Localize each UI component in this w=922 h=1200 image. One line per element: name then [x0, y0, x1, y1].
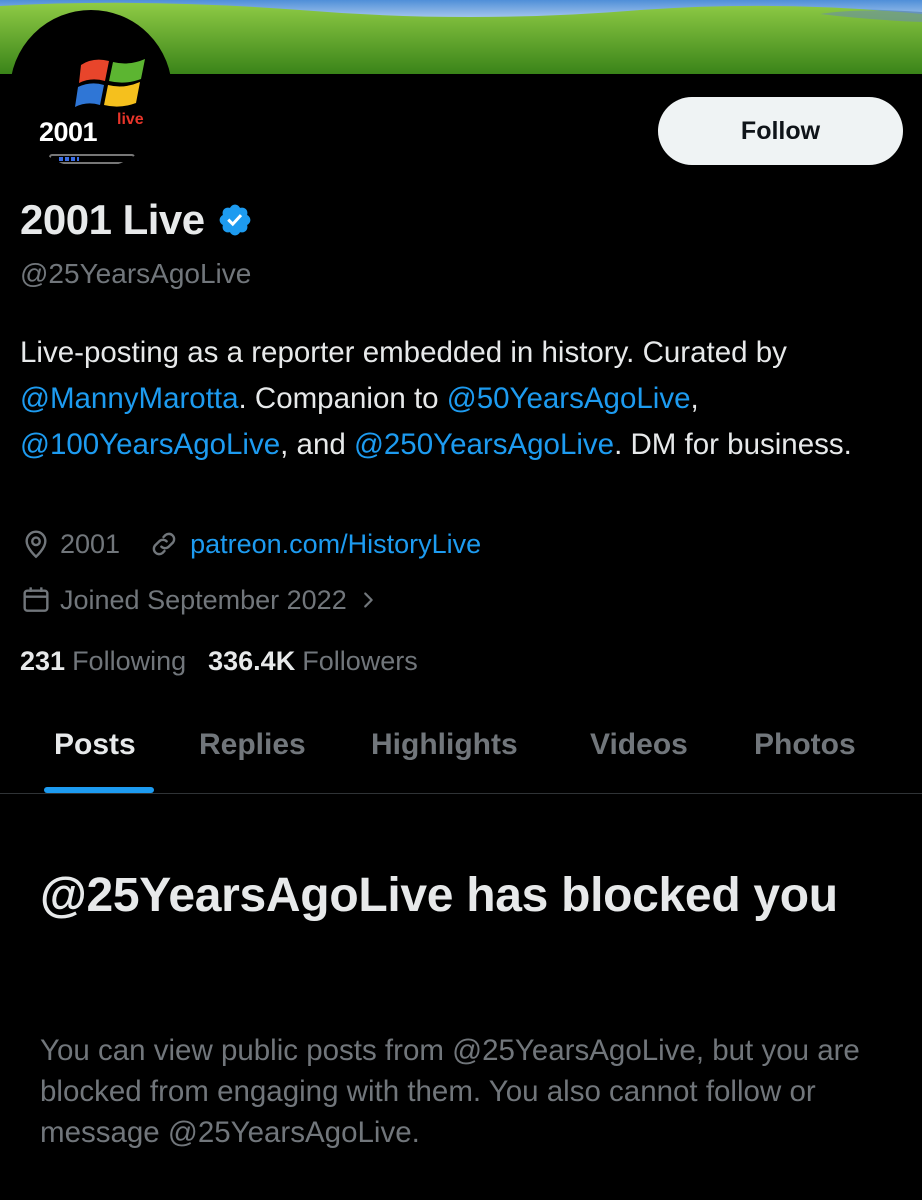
- blocked-description: You can view public posts from @25YearsA…: [40, 1034, 860, 1149]
- following-count: 231: [20, 646, 66, 676]
- tab-replies[interactable]: Replies: [199, 728, 306, 762]
- link-icon: [152, 532, 176, 556]
- chevron-right-icon: [363, 592, 373, 608]
- tab-highlights[interactable]: Highlights: [371, 728, 518, 762]
- avatar-text: 2001: [39, 117, 98, 147]
- bio-text: Live-posting as a reporter embedded in h…: [20, 336, 787, 369]
- bio-text: . Companion to: [238, 382, 447, 415]
- active-tab-indicator: [44, 787, 154, 793]
- avatar[interactable]: 2001 live: [10, 10, 172, 172]
- name-row: 2001 Live: [20, 196, 253, 244]
- location-pin-icon: [25, 530, 47, 559]
- avatar-loading-bar: [49, 154, 135, 164]
- mention-link[interactable]: @100YearsAgoLive: [20, 428, 280, 461]
- followers-label: Followers: [302, 646, 418, 676]
- profile-tabs: Posts Replies Highlights Videos Photos: [0, 720, 922, 794]
- mention-link[interactable]: @250YearsAgoLive: [354, 428, 614, 461]
- follow-stats: 231 Following 336.4K Followers: [20, 646, 418, 677]
- bio-text: ,: [690, 382, 699, 415]
- calendar-icon: [23, 587, 49, 612]
- joined-text: Joined September 2022: [60, 584, 347, 615]
- tab-photos[interactable]: Photos: [754, 728, 856, 762]
- bio-text: . DM for business.: [614, 428, 852, 461]
- profile-handle: @25YearsAgoLive: [20, 258, 252, 289]
- tab-videos[interactable]: Videos: [590, 728, 688, 762]
- windows-logo-icon: [75, 59, 145, 107]
- mention-link[interactable]: @MannyMarotta: [20, 382, 239, 415]
- following-stat[interactable]: 231 Following: [20, 646, 186, 677]
- website-link[interactable]: patreon.com/HistoryLive: [190, 529, 481, 560]
- blocked-title: @25YearsAgoLive has blocked you: [40, 869, 838, 922]
- mention-link[interactable]: @50YearsAgoLive: [447, 382, 691, 415]
- joined-row[interactable]: Joined September 2022: [20, 584, 379, 616]
- avatar-sup: live: [117, 111, 144, 128]
- display-name: 2001 Live: [20, 196, 205, 243]
- followers-count: 336.4K: [208, 646, 296, 676]
- following-label: Following: [72, 646, 187, 676]
- tab-posts[interactable]: Posts: [54, 728, 136, 762]
- location-text: 2001: [60, 528, 121, 559]
- profile-bio: Live-posting as a reporter embedded in h…: [20, 330, 900, 468]
- bio-text: , and: [280, 428, 354, 461]
- followers-stat[interactable]: 336.4K Followers: [208, 646, 418, 677]
- verified-badge-icon[interactable]: [217, 202, 253, 238]
- profile-meta-row: 2001 patreon.com/HistoryLive: [20, 528, 481, 560]
- follow-button[interactable]: Follow: [658, 97, 903, 165]
